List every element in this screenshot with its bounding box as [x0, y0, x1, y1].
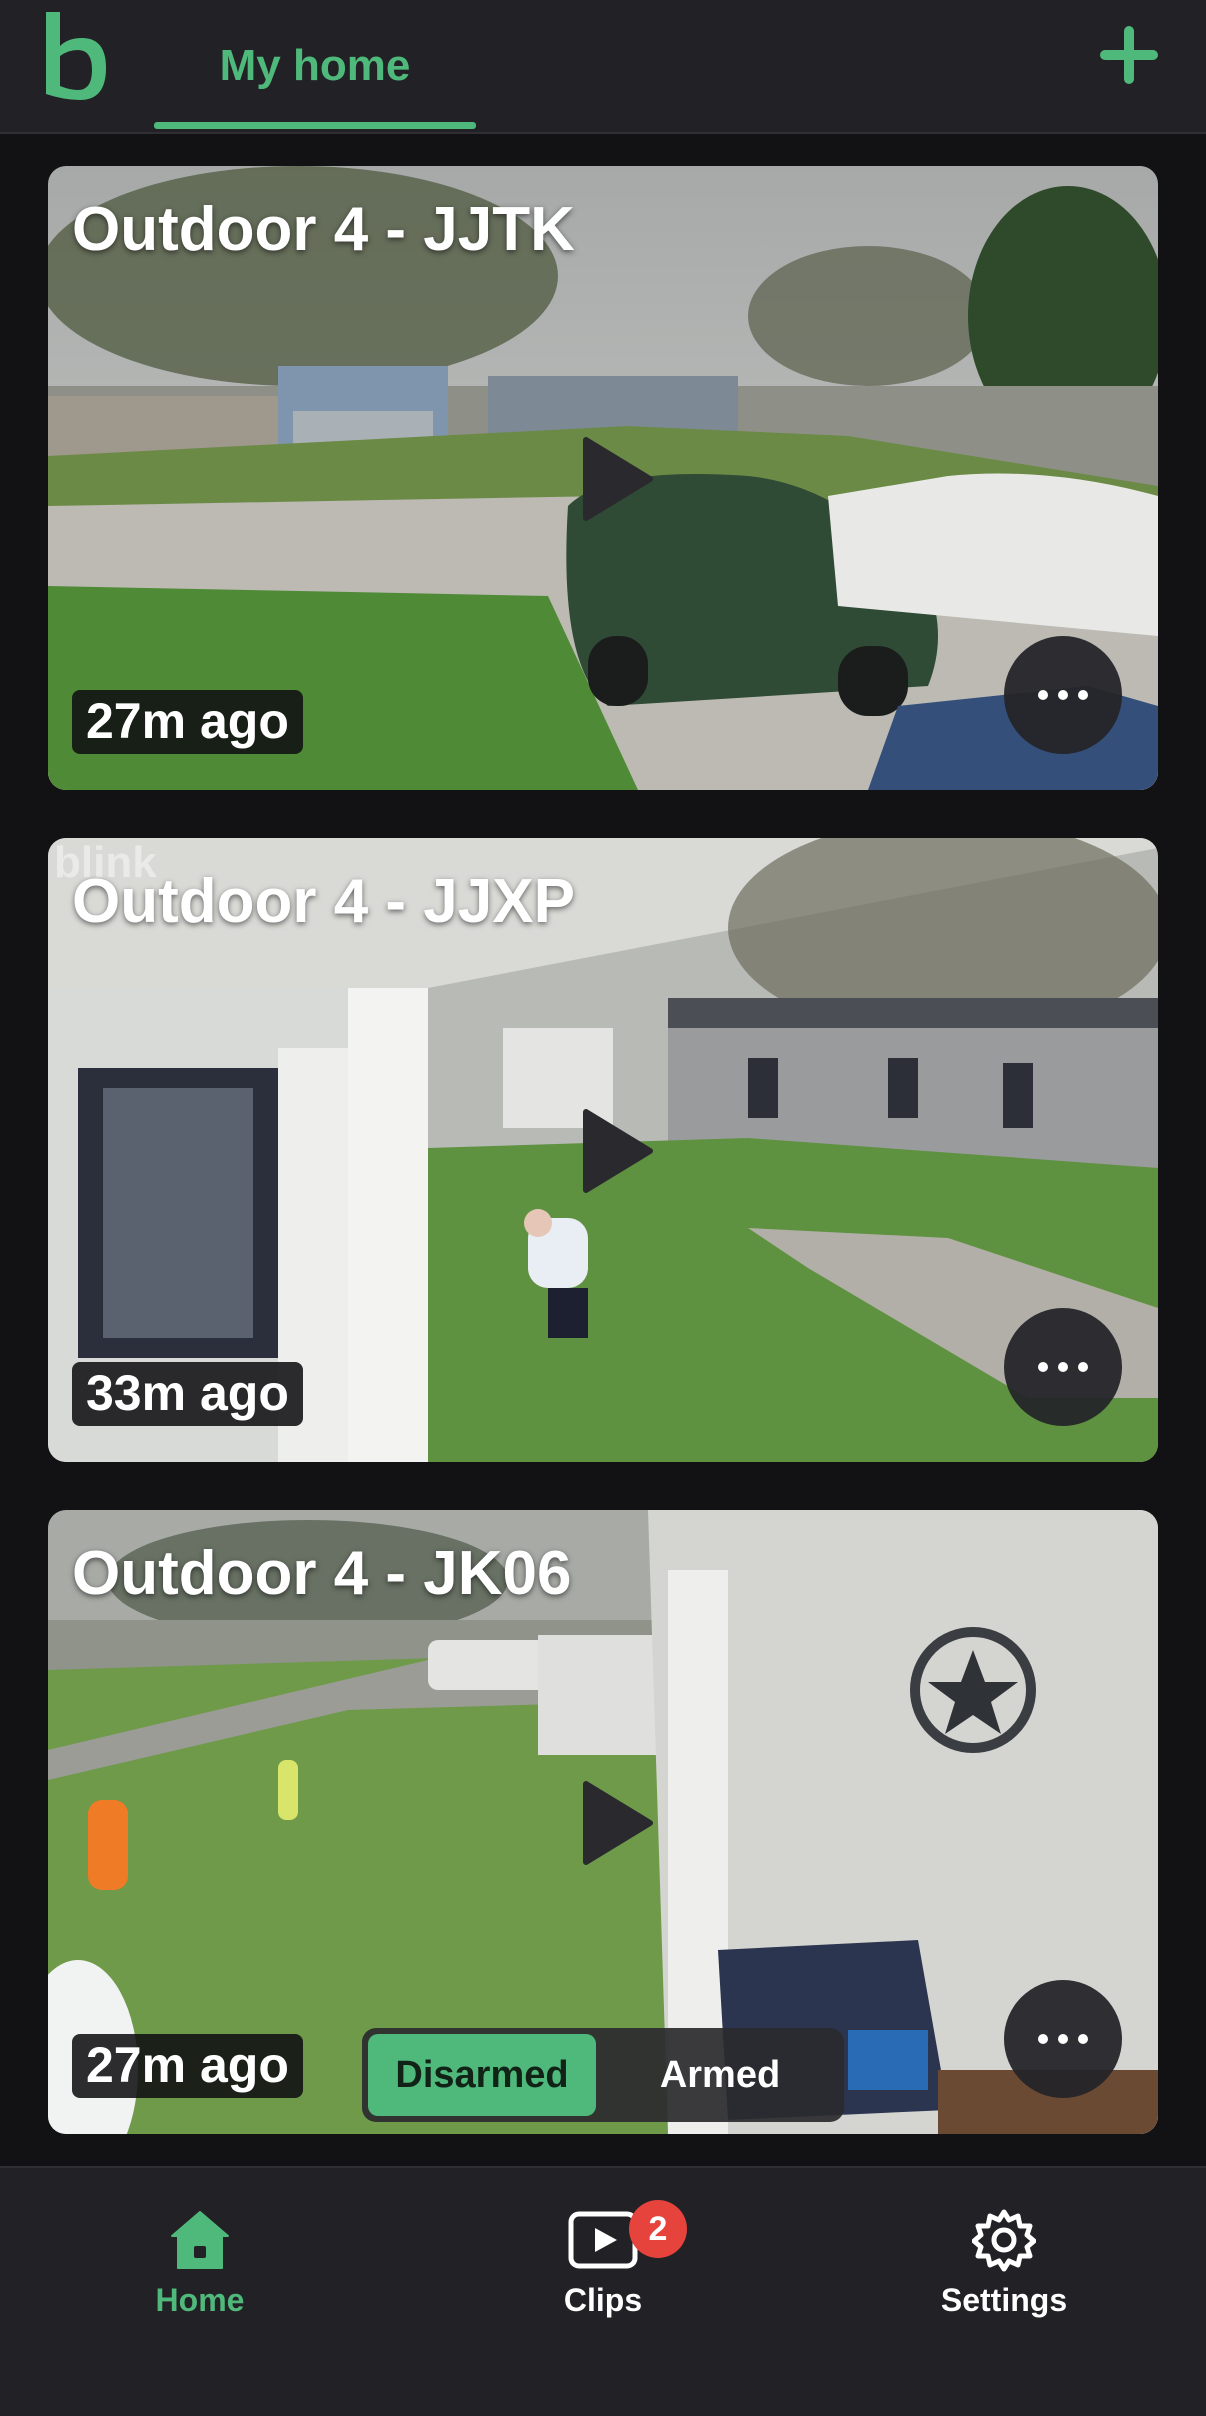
- more-options-icon[interactable]: [1004, 1980, 1122, 2098]
- camera-title: Outdoor 4 - JJXP: [72, 867, 575, 936]
- tab-my-home[interactable]: My home: [154, 0, 476, 132]
- tab-active-indicator: [154, 122, 476, 129]
- nav-home[interactable]: Home: [80, 2208, 320, 2348]
- nav-clips[interactable]: 2 Clips: [483, 2200, 723, 2348]
- last-clip-time: 27m ago: [72, 2034, 303, 2098]
- camera-title: Outdoor 4 - JJTK: [72, 195, 575, 264]
- bottom-nav: Home 2 Clips Settings: [0, 2166, 1206, 2416]
- blink-logo: [46, 12, 106, 100]
- last-clip-time: 27m ago: [72, 690, 303, 754]
- clips-icon: [568, 2211, 638, 2269]
- top-bar: My home: [0, 0, 1206, 134]
- camera-card[interactable]: Outdoor 4 - JJTK 27m ago: [48, 166, 1158, 790]
- clips-badge: 2: [629, 2200, 687, 2258]
- last-clip-time: 33m ago: [72, 1362, 303, 1426]
- nav-settings-label: Settings: [940, 2282, 1068, 2318]
- arm-toggle: Disarmed Armed: [362, 2028, 844, 2122]
- play-icon[interactable]: [576, 434, 656, 524]
- camera-card[interactable]: blink Outdoor 4 - JJXP 33m ago: [48, 838, 1158, 1462]
- armed-button[interactable]: Armed: [602, 2034, 838, 2116]
- play-icon[interactable]: [576, 1106, 656, 1196]
- disarmed-button[interactable]: Disarmed: [368, 2034, 596, 2116]
- play-icon[interactable]: [576, 1778, 656, 1868]
- camera-title: Outdoor 4 - JK06: [72, 1539, 572, 1608]
- more-options-icon[interactable]: [1004, 1308, 1122, 1426]
- nav-home-label: Home: [155, 2282, 245, 2318]
- camera-card[interactable]: Outdoor 4 - JK06 27m ago Disarmed Armed: [48, 1510, 1158, 2134]
- nav-settings[interactable]: Settings: [884, 2208, 1124, 2348]
- home-icon: [171, 2211, 229, 2269]
- gear-icon: [972, 2209, 1036, 2272]
- nav-clips-label: Clips: [563, 2282, 643, 2318]
- more-options-icon[interactable]: [1004, 636, 1122, 754]
- plus-icon[interactable]: [1096, 22, 1162, 88]
